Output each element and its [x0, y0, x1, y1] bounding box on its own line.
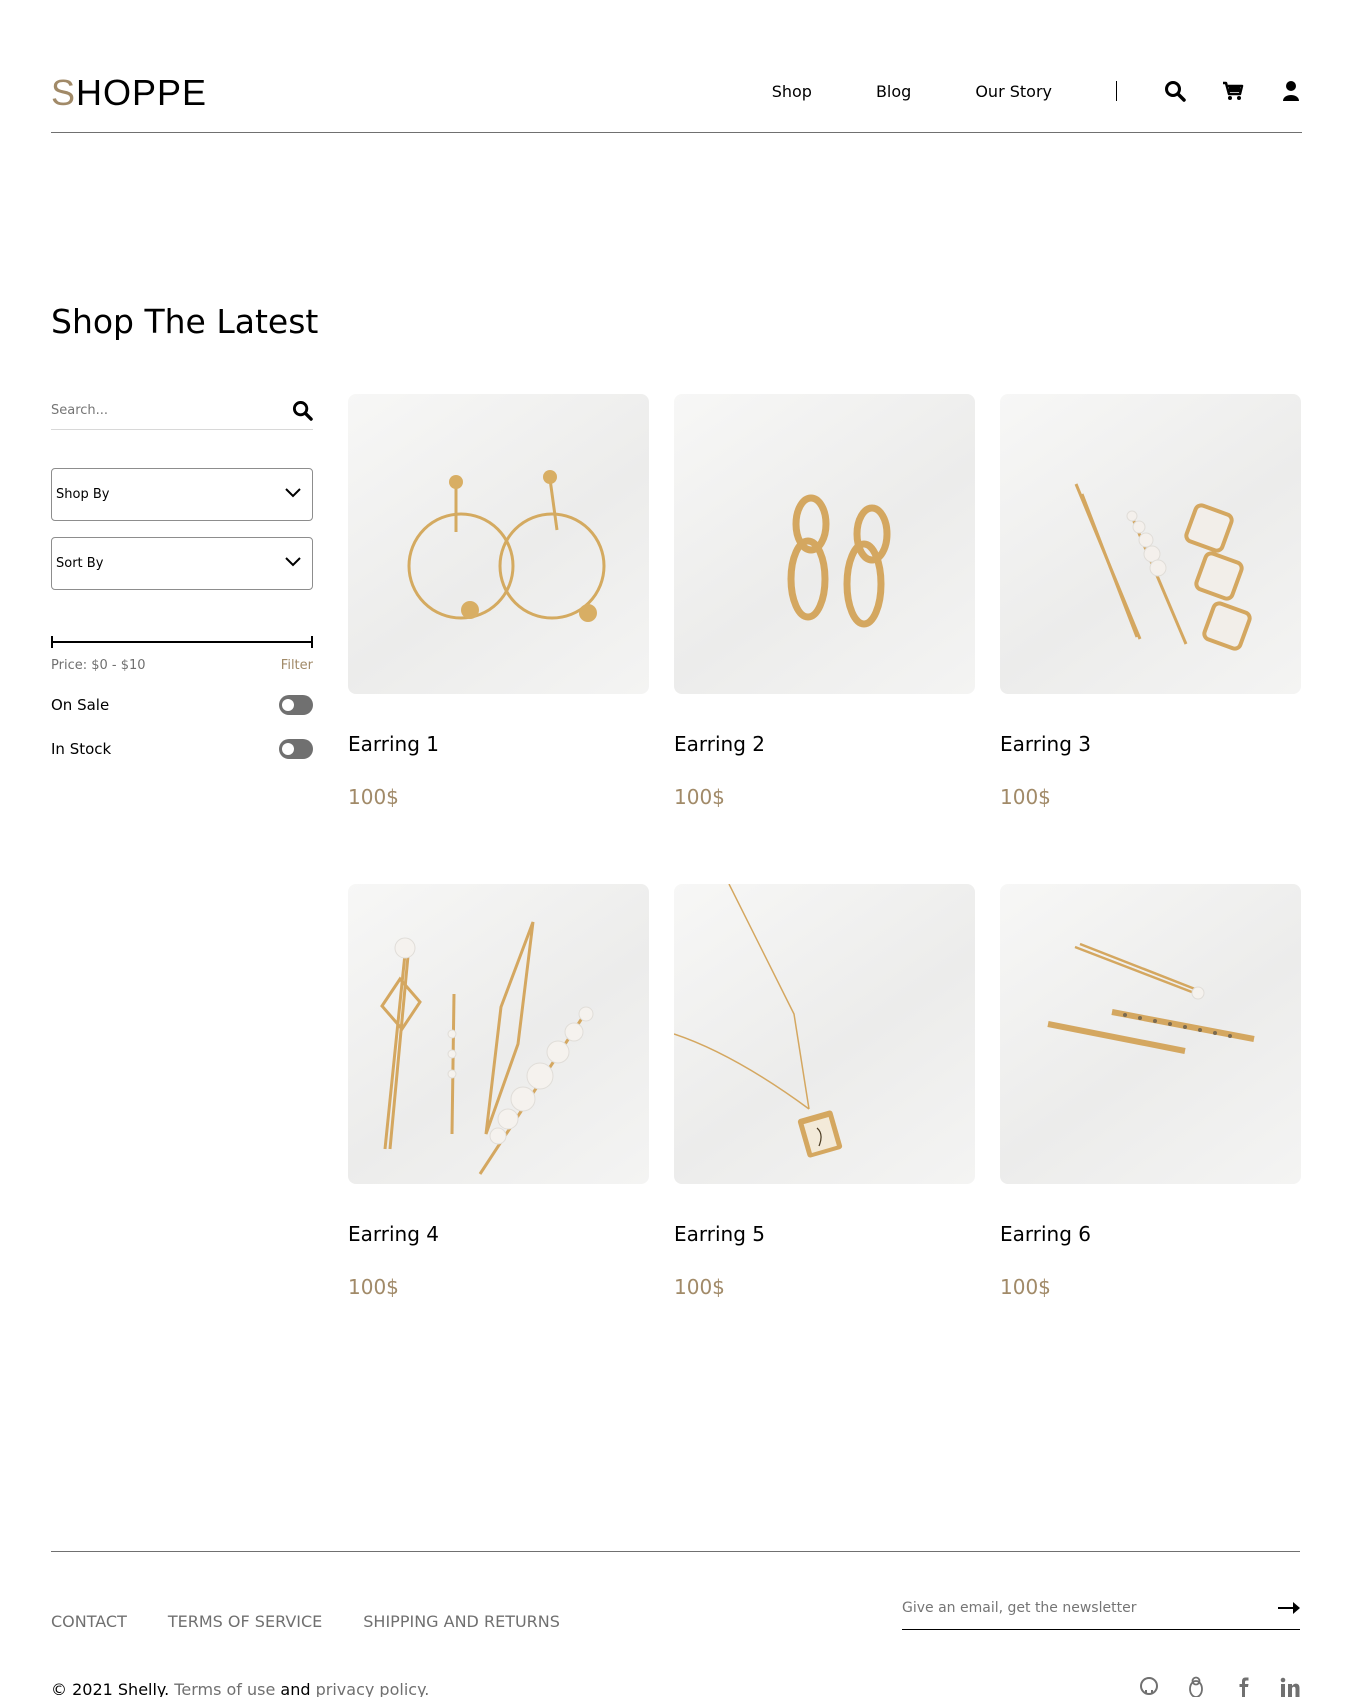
- price-range-slider[interactable]: [51, 636, 313, 648]
- product-price: 100$: [348, 785, 399, 809]
- footer-divider: [51, 1551, 1300, 1552]
- product-name[interactable]: Earring 3: [1000, 732, 1301, 756]
- footer-link-contact[interactable]: CONTACT: [51, 1612, 127, 1631]
- product-card[interactable]: Earring 1 100$: [348, 394, 649, 884]
- footer-links: CONTACT TERMS OF SERVICE SHIPPING AND RE…: [51, 1612, 601, 1631]
- product-image[interactable]: [1000, 394, 1301, 694]
- product-image[interactable]: [674, 884, 975, 1184]
- product-name[interactable]: Earring 4: [348, 1222, 649, 1246]
- newsletter-email-input[interactable]: [902, 1600, 1242, 1616]
- sort-by-label: Sort By: [56, 556, 104, 571]
- cart-icon[interactable]: [1222, 80, 1244, 102]
- product-price: 100$: [1000, 785, 1051, 809]
- on-sale-label: On Sale: [51, 696, 110, 714]
- price-range-track: [51, 641, 313, 643]
- search-box: [51, 394, 313, 430]
- shop-by-select[interactable]: Shop By: [51, 468, 313, 521]
- on-sale-row: On Sale: [51, 695, 313, 715]
- chevron-down-icon: [285, 557, 301, 567]
- product-grid: Earring 1 100$ Earring 2 100$ Earring 3 …: [348, 394, 1301, 1374]
- product-card[interactable]: Earring 6 100$: [1000, 884, 1301, 1374]
- price-range-min-handle[interactable]: [51, 636, 53, 648]
- footer-link-shipping[interactable]: SHIPPING AND RETURNS: [363, 1612, 560, 1631]
- product-image[interactable]: [348, 884, 649, 1184]
- copyright-text: © 2021 Shelly.: [51, 1680, 170, 1697]
- copyright-and: and: [280, 1680, 311, 1697]
- search-input[interactable]: [51, 403, 271, 418]
- nav-our-story[interactable]: Our Story: [975, 82, 1052, 101]
- sort-by-select[interactable]: Sort By: [51, 537, 313, 590]
- copyright: © 2021 Shelly. Terms of use and privacy …: [51, 1680, 429, 1697]
- social-links: [1112, 1676, 1300, 1697]
- product-image[interactable]: [348, 394, 649, 694]
- product-image[interactable]: [1000, 884, 1301, 1184]
- product-price: 100$: [1000, 1275, 1051, 1299]
- price-range-max-handle[interactable]: [311, 636, 313, 648]
- price-label: Price: $0 - $10: [51, 658, 146, 673]
- nav-shop[interactable]: Shop: [772, 82, 812, 101]
- main-nav: Shop Blog Our Story: [772, 80, 1302, 102]
- search-icon[interactable]: [1164, 80, 1186, 102]
- nav-blog[interactable]: Blog: [876, 82, 911, 101]
- product-price: 100$: [674, 1275, 725, 1299]
- product-name[interactable]: Earring 2: [674, 732, 975, 756]
- site-header: SHOPPE Shop Blog Our Story: [51, 62, 1302, 133]
- in-stock-toggle[interactable]: [279, 739, 313, 759]
- github-icon[interactable]: [1139, 1676, 1159, 1697]
- product-name[interactable]: Earring 1: [348, 732, 649, 756]
- facebook-icon[interactable]: [1233, 1676, 1253, 1697]
- product-name[interactable]: Earring 5: [674, 1222, 975, 1246]
- product-name[interactable]: Earring 6: [1000, 1222, 1301, 1246]
- shop-by-label: Shop By: [56, 487, 110, 502]
- product-card[interactable]: Earring 4 100$: [348, 884, 649, 1374]
- logo[interactable]: SHOPPE: [51, 72, 207, 114]
- filter-button[interactable]: Filter: [281, 658, 313, 673]
- nav-divider: [1116, 81, 1117, 101]
- product-image[interactable]: [674, 394, 975, 694]
- product-card[interactable]: Earring 3 100$: [1000, 394, 1301, 884]
- chevron-down-icon: [285, 488, 301, 498]
- privacy-link[interactable]: privacy policy.: [316, 1680, 430, 1697]
- terms-link[interactable]: Terms of use: [174, 1680, 275, 1697]
- logo-rest: HOPPE: [76, 72, 208, 113]
- arrow-right-icon[interactable]: [1278, 1602, 1300, 1614]
- footer-link-terms[interactable]: TERMS OF SERVICE: [168, 1612, 322, 1631]
- filter-sidebar: Shop By Sort By Price: $0 - $10 Filter O…: [51, 394, 313, 759]
- logo-first-letter: S: [51, 72, 77, 113]
- in-stock-row: In Stock: [51, 739, 313, 759]
- newsletter-form: [902, 1598, 1300, 1630]
- linux-icon[interactable]: [1186, 1676, 1206, 1697]
- price-row: Price: $0 - $10 Filter: [51, 658, 313, 673]
- product-price: 100$: [674, 785, 725, 809]
- page-title: Shop The Latest: [51, 302, 319, 341]
- user-icon[interactable]: [1280, 80, 1302, 102]
- product-price: 100$: [348, 1275, 399, 1299]
- product-card[interactable]: Earring 2 100$: [674, 394, 975, 884]
- on-sale-toggle[interactable]: [279, 695, 313, 715]
- in-stock-label: In Stock: [51, 740, 112, 758]
- product-card[interactable]: Earring 5 100$: [674, 884, 975, 1374]
- linkedin-icon[interactable]: [1280, 1676, 1300, 1697]
- search-icon[interactable]: [292, 400, 313, 421]
